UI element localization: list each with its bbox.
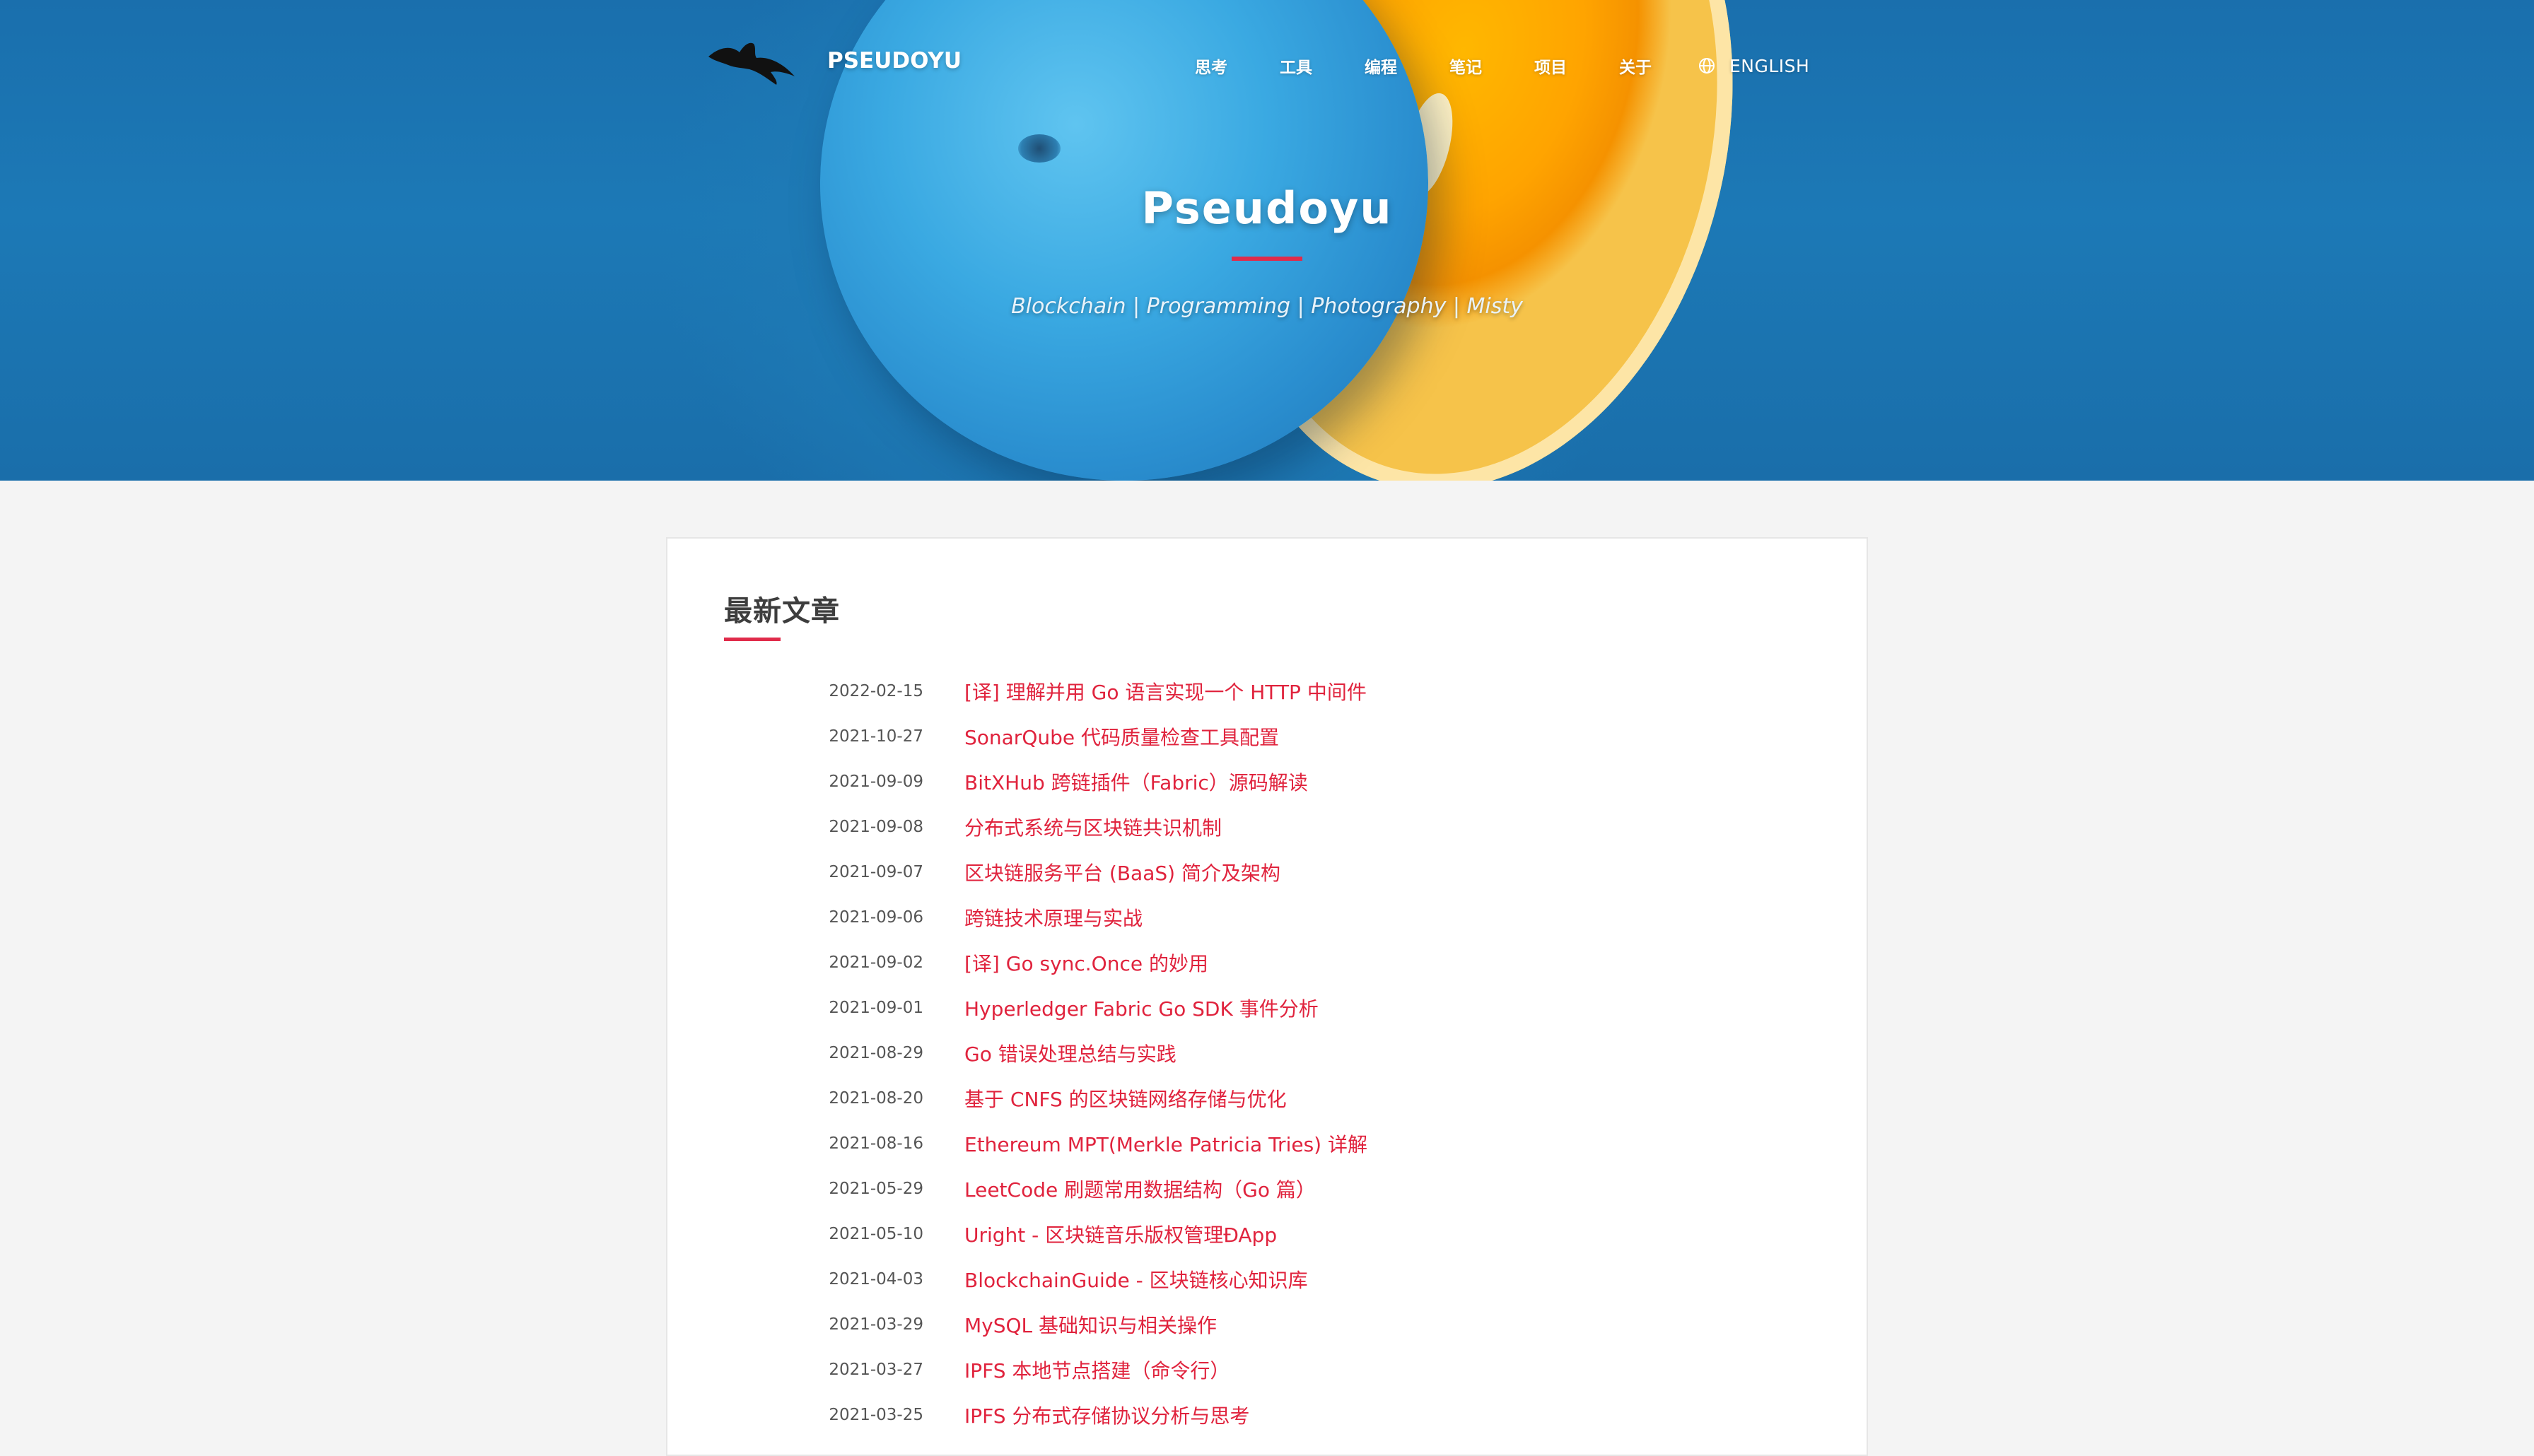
post-list-item: 2021-05-29 LeetCode 刷题常用数据结构（Go 篇）: [667, 1166, 1867, 1211]
nav-item-projects[interactable]: 项目: [1534, 54, 1567, 78]
post-list-item: 2021-09-09 BitXHub 跨链插件（Fabric）源码解读: [667, 759, 1867, 804]
post-date: 2021-09-08: [829, 818, 923, 836]
post-date: 2022-02-15: [829, 682, 923, 700]
post-list-item: 2021-04-03 BlockchainGuide - 区块链核心知识库: [667, 1257, 1867, 1302]
post-title-link[interactable]: Hyperledger Fabric Go SDK 事件分析: [964, 994, 1319, 1022]
post-list-item: 2021-03-25 IPFS 分布式存储协议分析与思考: [667, 1392, 1867, 1438]
top-navigation-bar: PSEUDOYU 思考 工具 编程 笔记 项目 关于 ENGLISH: [0, 0, 2534, 127]
post-list-item: 2021-08-29 Go 错误处理总结与实践: [667, 1031, 1867, 1076]
post-date: 2021-03-27: [829, 1361, 923, 1379]
post-list-item: 2021-05-10 Uright - 区块链音乐版权管理ÐApp: [667, 1211, 1867, 1257]
post-title-link[interactable]: Ethereum MPT(Merkle Patricia Tries) 详解: [964, 1129, 1367, 1158]
post-list-item: 2021-10-27 SonarQube 代码质量检查工具配置: [667, 714, 1867, 759]
post-title-link[interactable]: Go 错误处理总结与实践: [964, 1039, 1176, 1067]
post-title-link[interactable]: BlockchainGuide - 区块链核心知识库: [964, 1265, 1308, 1293]
post-title-link[interactable]: [译] 理解并用 Go 语言实现一个 HTTP 中间件: [964, 677, 1367, 705]
post-date: 2021-10-27: [829, 727, 923, 746]
hero-banner: PSEUDOYU 思考 工具 编程 笔记 项目 关于 ENGLISH Pseud…: [0, 0, 2534, 481]
post-date: 2021-09-02: [829, 953, 923, 972]
post-date: 2021-08-29: [829, 1044, 923, 1062]
post-title-link[interactable]: 分布式系统与区块链共识机制: [964, 813, 1222, 841]
hero-title: Pseudoyu: [1141, 182, 1393, 234]
post-list-item: 2021-08-16 Ethereum MPT(Merkle Patricia T…: [667, 1121, 1867, 1166]
post-list-item: 2021-09-06 跨链技术原理与实战: [667, 895, 1867, 940]
post-title-link[interactable]: 跨链技术原理与实战: [964, 903, 1143, 932]
post-date: 2021-05-10: [829, 1225, 923, 1243]
post-date: 2021-09-09: [829, 773, 923, 791]
post-date: 2021-03-25: [829, 1406, 923, 1424]
post-list-item: 2021-08-20 基于 CNFS 的区块链网络存储与优化: [667, 1076, 1867, 1121]
section-title-underline: [724, 638, 781, 641]
post-date: 2021-08-20: [829, 1089, 923, 1108]
nav-item-about[interactable]: 关于: [1619, 54, 1652, 78]
post-list-item: 2022-02-15 [译] 理解并用 Go 语言实现一个 HTTP 中间件: [667, 669, 1867, 714]
post-list-item: 2021-09-07 区块链服务平台 (BaaS) 简介及架构: [667, 850, 1867, 895]
post-date: 2021-09-06: [829, 908, 923, 927]
post-title-link[interactable]: MySQL 基础知识与相关操作: [964, 1310, 1217, 1339]
post-date: 2021-03-29: [829, 1315, 923, 1334]
globe-icon: [1699, 58, 1715, 74]
post-title-link[interactable]: IPFS 分布式存储协议分析与思考: [964, 1401, 1249, 1429]
post-list-item: 2021-09-02 [译] Go sync.Once 的妙用: [667, 940, 1867, 985]
post-date: 2021-08-16: [829, 1134, 923, 1153]
language-label: ENGLISH: [1729, 55, 1810, 76]
post-list-item: 2021-09-08 分布式系统与区块链共识机制: [667, 804, 1867, 850]
site-brand-name[interactable]: PSEUDOYU: [827, 48, 962, 74]
post-list-item: 2021-03-29 MySQL 基础知识与相关操作: [667, 1302, 1867, 1347]
post-title-link[interactable]: SonarQube 代码质量检查工具配置: [964, 722, 1279, 751]
post-title-link[interactable]: 基于 CNFS 的区块链网络存储与优化: [964, 1084, 1287, 1112]
post-date: 2021-04-03: [829, 1270, 923, 1288]
post-title-link[interactable]: IPFS 本地节点搭建（命令行）: [964, 1356, 1230, 1384]
post-date: 2021-05-29: [829, 1180, 923, 1198]
latest-posts-card: 最新文章 2022-02-15 [译] 理解并用 Go 语言实现一个 HTTP 中…: [666, 537, 1868, 1456]
bird-logo-icon[interactable]: [707, 40, 798, 86]
nav-item-tools[interactable]: 工具: [1280, 54, 1312, 78]
post-title-link[interactable]: BitXHub 跨链插件（Fabric）源码解读: [964, 768, 1308, 796]
hero-subtitle: Blockchain | Programming | Photography |…: [1011, 294, 1523, 319]
main-nav: 思考 工具 编程 笔记 项目 关于 ENGLISH: [1195, 54, 1809, 78]
nav-item-thinking[interactable]: 思考: [1195, 54, 1227, 78]
post-date: 2021-09-01: [829, 999, 923, 1017]
post-title-link[interactable]: Uright - 区块链音乐版权管理ÐApp: [964, 1220, 1277, 1248]
post-title-link[interactable]: 区块链服务平台 (BaaS) 简介及架构: [964, 858, 1280, 886]
nav-item-notes[interactable]: 笔记: [1449, 54, 1482, 78]
hero-title-underline: [1232, 257, 1302, 261]
post-list-item: 2021-03-27 IPFS 本地节点搭建（命令行）: [667, 1347, 1867, 1392]
nav-item-programming[interactable]: 编程: [1365, 54, 1397, 78]
post-title-link[interactable]: LeetCode 刷题常用数据结构（Go 篇）: [964, 1175, 1316, 1203]
post-list-item: 2021-09-01 Hyperledger Fabric Go SDK 事件分析: [667, 985, 1867, 1031]
post-list: 2022-02-15 [译] 理解并用 Go 语言实现一个 HTTP 中间件 202…: [667, 669, 1867, 1438]
hero-orange-stem: [1018, 134, 1061, 163]
section-title: 最新文章: [724, 595, 840, 628]
post-title-link[interactable]: [译] Go sync.Once 的妙用: [964, 949, 1208, 977]
post-date: 2021-09-07: [829, 863, 923, 881]
language-switcher[interactable]: ENGLISH: [1698, 56, 1809, 76]
